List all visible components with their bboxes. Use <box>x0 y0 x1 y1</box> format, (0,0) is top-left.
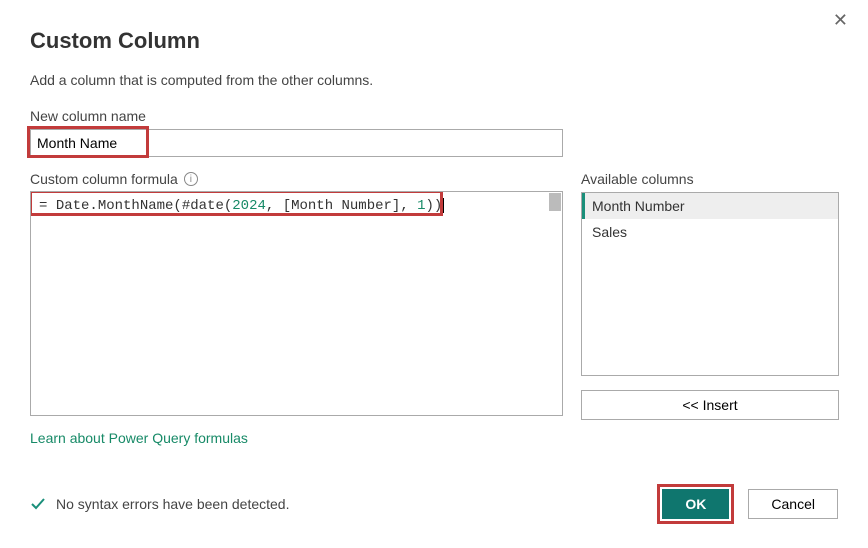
available-columns-label: Available columns <box>581 171 839 187</box>
available-column-item[interactable]: Month Number <box>582 193 838 219</box>
formula-close: )) <box>426 198 443 214</box>
formula-fn2: #date( <box>182 198 232 214</box>
available-columns-list[interactable]: Month Number Sales <box>581 192 839 376</box>
formula-sep1: , <box>266 198 283 214</box>
highlight-box: OK <box>657 484 734 524</box>
close-icon[interactable]: ✕ <box>825 6 856 35</box>
cancel-button[interactable]: Cancel <box>748 489 838 519</box>
text-cursor <box>443 198 444 213</box>
formula-textarea[interactable]: = Date.MonthName(#date(2024, [Month Numb… <box>30 191 563 416</box>
new-column-label: New column name <box>30 108 838 124</box>
formula-day: 1 <box>417 198 425 214</box>
check-icon <box>30 496 46 512</box>
status-text: No syntax errors have been detected. <box>56 496 289 512</box>
info-icon[interactable]: i <box>184 172 198 186</box>
status-bar: No syntax errors have been detected. <box>30 496 289 512</box>
formula-fn1: Date.MonthName( <box>56 198 182 214</box>
ok-button[interactable]: OK <box>662 489 729 519</box>
new-column-input[interactable] <box>30 129 563 157</box>
learn-link[interactable]: Learn about Power Query formulas <box>30 430 248 446</box>
formula-sep2: , <box>400 198 417 214</box>
insert-button[interactable]: << Insert <box>581 390 839 420</box>
available-column-item[interactable]: Sales <box>582 219 838 245</box>
formula-colref: [Month Number] <box>283 198 401 214</box>
dialog-title: Custom Column <box>30 28 838 54</box>
dialog-subtitle: Add a column that is computed from the o… <box>30 72 838 88</box>
formula-year: 2024 <box>232 198 266 214</box>
scrollbar-thumb[interactable] <box>549 193 561 211</box>
formula-eq: = <box>39 198 56 214</box>
formula-label: Custom column formula <box>30 171 178 187</box>
